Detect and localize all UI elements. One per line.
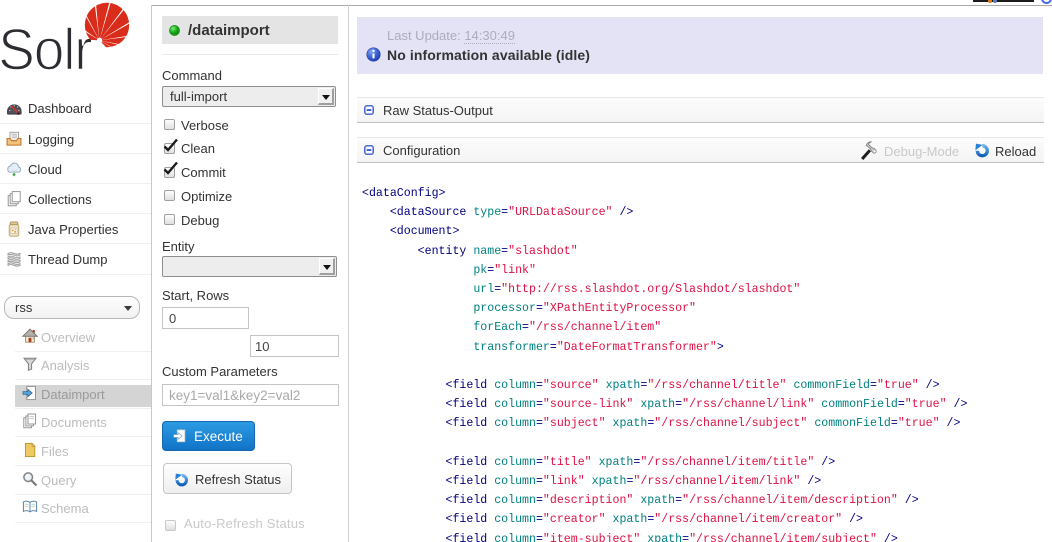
svg-text:Solr: Solr — [0, 17, 92, 82]
